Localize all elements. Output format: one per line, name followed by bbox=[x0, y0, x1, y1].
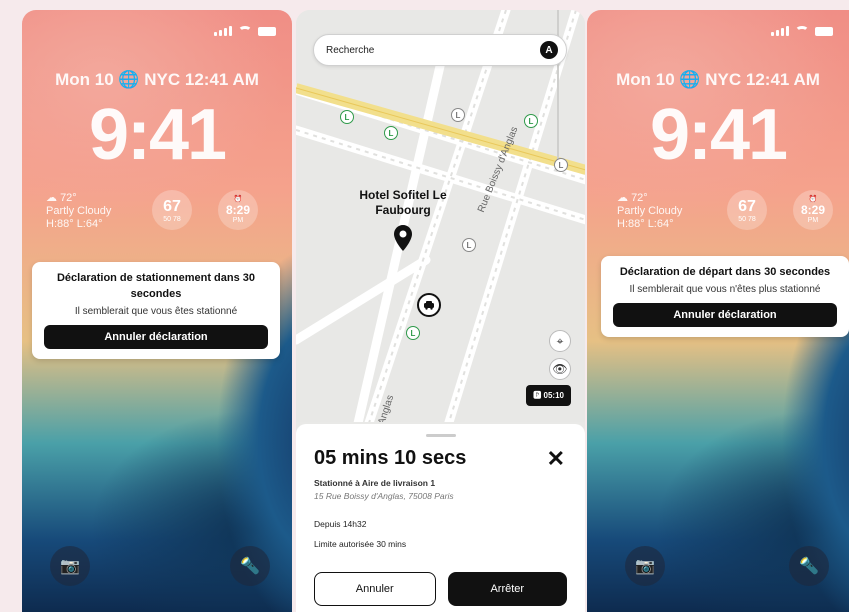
marker-letter: L bbox=[558, 160, 564, 170]
map-view[interactable]: Recherche A L L L L L L L Rue Boissy d'A… bbox=[296, 10, 585, 422]
loading-zone-marker[interactable]: L bbox=[524, 114, 538, 128]
parked-car-marker[interactable] bbox=[417, 293, 441, 317]
marker-letter: L bbox=[528, 116, 534, 126]
wifi-icon bbox=[795, 26, 809, 36]
camera-button[interactable]: 📷 bbox=[625, 546, 665, 586]
weather-range: H:88° L:64° bbox=[46, 218, 103, 230]
loading-zone-marker[interactable]: L bbox=[451, 108, 465, 122]
alarm-icon: ⏰ bbox=[233, 196, 243, 203]
weather-condition: Partly Cloudy bbox=[46, 205, 112, 217]
crosshair-icon: ⌖ bbox=[556, 333, 564, 348]
temp-gauge-widget: 67 50 78 bbox=[152, 190, 192, 230]
flashlight-button[interactable]: 🔦 bbox=[789, 546, 829, 586]
gauge-value: 67 bbox=[738, 198, 756, 215]
notification-title: Déclaration de stationnement dans 30 sec… bbox=[56, 272, 256, 300]
parked-since: Depuis 14h32 bbox=[314, 519, 367, 529]
avatar[interactable]: A bbox=[540, 41, 558, 59]
weather-widget: ☁ 72° Partly Cloudy H:88° L:64° bbox=[617, 192, 682, 231]
hotel-label: Hotel Sofitel Le Faubourg bbox=[359, 188, 447, 217]
signal-icon bbox=[771, 26, 789, 36]
departure-notification[interactable]: Déclaration de départ dans 30 secondes I… bbox=[601, 256, 849, 337]
weather-widget: ☁ 72° Partly Cloudy H:88° L:64° bbox=[46, 192, 111, 231]
marker-letter: L bbox=[410, 328, 416, 338]
cancel-declaration-button[interactable]: Annuler déclaration bbox=[613, 303, 837, 327]
weather-icon: ☁ bbox=[617, 192, 628, 204]
stop-button[interactable]: Arrêter bbox=[447, 572, 567, 606]
sheet-handle[interactable] bbox=[425, 434, 456, 437]
visibility-button[interactable]: 👁 bbox=[549, 358, 571, 380]
wifi-icon bbox=[238, 26, 252, 36]
notification-subtitle: Il semblerait que vous êtes stationné bbox=[74, 306, 238, 317]
marker-letter: L bbox=[466, 240, 472, 250]
weather-temp: 72° bbox=[631, 192, 648, 204]
sheet-actions: Annuler Arrêter bbox=[314, 572, 567, 606]
gauge-range: 50 78 bbox=[738, 216, 756, 223]
recenter-button[interactable]: ⌖ bbox=[549, 330, 571, 352]
cancel-declaration-button[interactable]: Annuler déclaration bbox=[44, 325, 268, 349]
weather-icon: ☁ bbox=[46, 192, 57, 204]
clock-suffix: PM bbox=[807, 217, 819, 224]
gauge-range: 50 78 bbox=[163, 216, 181, 223]
status-bar bbox=[771, 26, 833, 36]
lock-date: Mon 10 🌐 NYC 12:41 AM bbox=[55, 70, 259, 89]
clock-value: 8:29 bbox=[800, 203, 826, 217]
time-limit: Limite autorisée 30 mins bbox=[314, 539, 407, 549]
flashlight-icon: 🔦 bbox=[240, 558, 260, 575]
camera-button[interactable]: 📷 bbox=[50, 546, 90, 586]
marker-letter: L bbox=[388, 128, 394, 138]
lock-time: 9:41 bbox=[649, 95, 788, 175]
marker-letter: L bbox=[344, 112, 350, 122]
alarm-icon: ⏰ bbox=[808, 196, 818, 203]
camera-icon: 📷 bbox=[635, 558, 655, 575]
parked-address: 15 Rue Boissy d'Anglas, 75008 Paris bbox=[314, 491, 454, 501]
search-bar[interactable]: Recherche A bbox=[313, 34, 567, 66]
loading-zone-marker[interactable]: L bbox=[462, 238, 476, 252]
loading-zone-marker[interactable]: L bbox=[554, 158, 568, 172]
parked-location: Stationné à Aire de livraison 1 bbox=[314, 478, 436, 488]
battery-icon bbox=[815, 26, 833, 36]
status-bar bbox=[214, 26, 276, 36]
loading-zone-marker[interactable]: L bbox=[340, 110, 354, 124]
lock-date: Mon 10 🌐 NYC 12:41 AM bbox=[616, 70, 820, 89]
loading-zone-marker[interactable]: L bbox=[384, 126, 398, 140]
location-pin-icon[interactable] bbox=[394, 225, 412, 251]
weather-condition: Partly Cloudy bbox=[617, 205, 683, 217]
parking-bottom-sheet: 05 mins 10 secs ✕ Stationné à Aire de li… bbox=[296, 424, 585, 612]
cancel-button[interactable]: Annuler bbox=[314, 572, 436, 606]
flashlight-button[interactable]: 🔦 bbox=[230, 546, 270, 586]
close-icon[interactable]: ✕ bbox=[547, 446, 565, 472]
clock-widget: ⏰ 8:29 PM bbox=[793, 190, 833, 230]
weather-temp: 72° bbox=[60, 192, 77, 204]
notification-title: Déclaration de départ dans 30 secondes bbox=[619, 266, 831, 278]
signal-icon bbox=[214, 26, 232, 36]
parking-duration: 05 mins 10 secs bbox=[314, 447, 467, 469]
clock-suffix: PM bbox=[232, 217, 244, 224]
lockscreen-left: Mon 10 🌐 NYC 12:41 AM 9:41 ☁ 72° Partly … bbox=[22, 10, 292, 612]
flashlight-icon: 🔦 bbox=[799, 558, 819, 575]
parking-icon: 🅿 bbox=[533, 391, 542, 400]
notification-subtitle: Il semblerait que vous n'êtes plus stati… bbox=[629, 284, 821, 295]
parking-timer-chip[interactable]: 🅿 05:10 bbox=[526, 385, 571, 406]
lockscreen-right: Mon 10 🌐 NYC 12:41 AM 9:41 ☁ 72° Partly … bbox=[587, 10, 849, 612]
timer-chip-value: 05:10 bbox=[543, 391, 564, 400]
temp-gauge-widget: 67 50 78 bbox=[727, 190, 767, 230]
search-input[interactable]: Recherche bbox=[326, 45, 374, 56]
gauge-value: 67 bbox=[163, 198, 181, 215]
app-screen: Recherche A L L L L L L L Rue Boissy d'A… bbox=[296, 10, 585, 612]
clock-value: 8:29 bbox=[225, 203, 251, 217]
battery-icon bbox=[258, 26, 276, 36]
lock-time: 9:41 bbox=[88, 95, 227, 175]
eye-icon: 👁 bbox=[552, 362, 568, 376]
loading-zone-marker[interactable]: L bbox=[406, 326, 420, 340]
weather-range: H:88° L:64° bbox=[617, 218, 674, 230]
parking-notification[interactable]: Déclaration de stationnement dans 30 sec… bbox=[32, 262, 280, 359]
marker-letter: L bbox=[455, 110, 461, 120]
camera-icon: 📷 bbox=[60, 558, 80, 575]
car-icon bbox=[424, 301, 434, 310]
clock-widget: ⏰ 8:29 PM bbox=[218, 190, 258, 230]
